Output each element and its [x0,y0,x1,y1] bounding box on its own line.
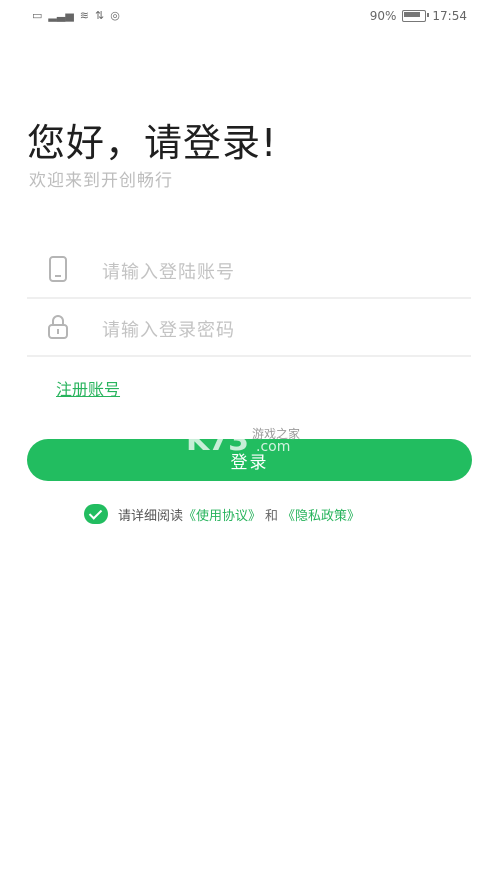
agreement-row: 请详细阅读 《使用协议》 和 《隐私政策》 [84,504,360,524]
status-bar: ▭ ▂▃▅ ≋ ⇅ ◎ 90% 17:54 [0,0,497,34]
status-left-icons: ▭ ▂▃▅ ≋ ⇅ ◎ [32,9,120,22]
privacy-link[interactable]: 《隐私政策》 [282,505,360,524]
battery-percent: 90% [369,9,397,23]
page-title: 您好，请登录! [27,121,278,165]
status-right: 90% 17:54 [370,9,467,23]
agreement-and: 和 [265,508,279,524]
agreement-prefix: 请详细阅读 [118,508,184,524]
terms-link[interactable]: 《使用协议》 [183,505,261,524]
data-icon: ⇅ [95,9,105,22]
page-subtitle: 欢迎来到开创畅行 [29,171,173,191]
status-time: 17:54 [432,9,467,23]
register-link[interactable]: 注册账号 [56,376,120,400]
password-field[interactable]: 请输入登录密码 [27,299,471,357]
account-field[interactable]: 请输入登陆账号 [27,241,471,299]
wifi-icon: ≋ [79,9,90,22]
agree-checkbox[interactable] [84,504,108,524]
signal-icon: ▂▃▅ [48,9,74,22]
sim-icon: ▭ [32,9,43,22]
notification-icon: ◎ [110,9,120,22]
battery-icon [402,10,430,22]
login-button[interactable]: 登录 [27,439,472,481]
